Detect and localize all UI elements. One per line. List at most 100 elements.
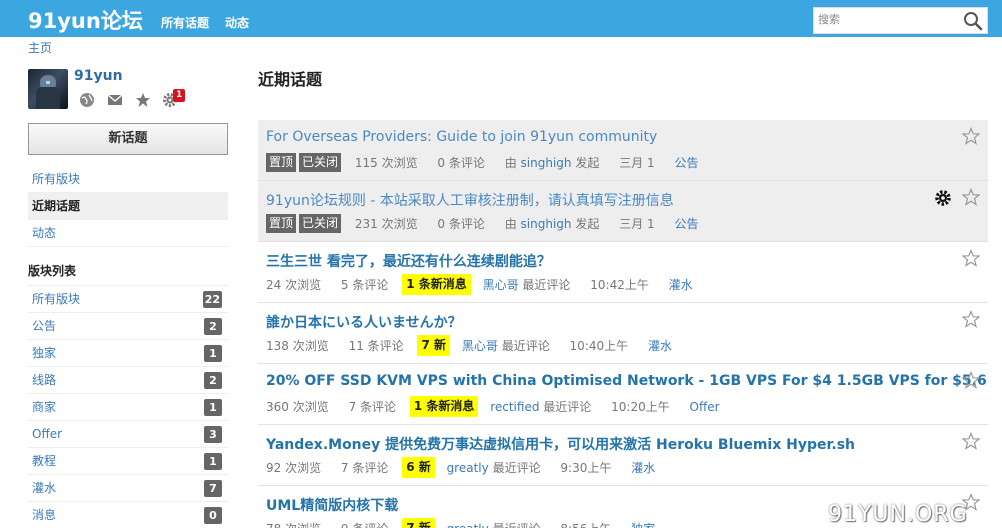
new-messages-badge[interactable]: 1 条新消息 bbox=[402, 274, 471, 295]
category-label: 线路 bbox=[32, 373, 57, 387]
topic-title-link[interactable]: 三生三世 看完了，最近还有什么连续剧能追？ bbox=[266, 251, 551, 271]
category-link[interactable]: 公告 bbox=[674, 214, 698, 234]
category-label: 消息 bbox=[32, 508, 57, 522]
topic-title-link[interactable]: 91yun论坛规则 - 本站采取人工审核注册制，请认真填写注册信息 bbox=[266, 190, 674, 210]
watermark: 91YUN.ORG bbox=[828, 502, 968, 527]
category-item[interactable]: 消息 0 bbox=[28, 501, 228, 528]
category-count-badge: 1 bbox=[204, 453, 222, 470]
author-link[interactable]: 黑心哥 bbox=[462, 336, 498, 356]
category-label: 教程 bbox=[32, 454, 57, 468]
category-link[interactable]: Offer bbox=[690, 397, 720, 417]
author-link[interactable]: singhigh bbox=[521, 214, 572, 234]
topic-row: For Overseas Providers: Guide to join 91… bbox=[258, 120, 988, 181]
star-icon[interactable] bbox=[962, 188, 980, 206]
topic-title-link[interactable]: For Overseas Providers: Guide to join 91… bbox=[266, 129, 657, 145]
topic-meta: 92 次浏览 7 条评论 6 新 greatly 最近评论 9:30上午 灌水 bbox=[266, 457, 655, 478]
topic-date: 10:20上午 bbox=[611, 399, 670, 414]
sidebar-item-activity[interactable]: 动态 bbox=[28, 220, 228, 247]
category-item[interactable]: 灌水 7 bbox=[28, 474, 228, 501]
view-count: 115 次浏览 bbox=[354, 155, 418, 170]
category-link[interactable]: 灌水 bbox=[631, 458, 655, 478]
username-link[interactable]: 91yun bbox=[74, 68, 123, 84]
page-title: 近期话题 bbox=[258, 70, 323, 89]
mail-icon[interactable] bbox=[107, 92, 123, 108]
star-icon[interactable] bbox=[962, 432, 980, 450]
sidebar-item-all-categories[interactable]: 所有版块 bbox=[28, 166, 228, 193]
view-count: 24 次浏览 bbox=[266, 277, 322, 292]
categories-heading: 版块列表 bbox=[28, 264, 77, 278]
author-prefix: 由 bbox=[504, 155, 517, 170]
topic-title-link[interactable]: 誰か日本にいる人いませんか？ bbox=[266, 312, 462, 332]
category-count-badge: 22 bbox=[202, 291, 222, 308]
category-count-badge: 1 bbox=[204, 399, 222, 416]
pinned-tag: 置顶 bbox=[266, 214, 297, 233]
topic-meta: 138 次浏览 11 条评论 7 新 黑心哥 最近评论 10:40上午 灌水 bbox=[266, 335, 672, 356]
view-count: 360 次浏览 bbox=[266, 399, 329, 414]
star-icon[interactable] bbox=[962, 127, 980, 145]
topic-date: 三月 1 bbox=[619, 216, 655, 231]
category-label: Offer bbox=[32, 427, 63, 441]
nav-all-topics[interactable]: 所有话题 bbox=[161, 14, 209, 31]
globe-icon[interactable] bbox=[79, 92, 95, 108]
author-link[interactable]: singhigh bbox=[521, 153, 572, 173]
topic-meta: 置顶 已关闭 115 次浏览 0 条评论 由 singhigh 发起 三月 1 公… bbox=[266, 152, 699, 172]
closed-tag: 已关闭 bbox=[299, 153, 342, 172]
star-icon[interactable] bbox=[962, 310, 980, 328]
new-messages-badge[interactable]: 1 条新消息 bbox=[409, 396, 479, 417]
nav-activity[interactable]: 动态 bbox=[225, 14, 249, 31]
category-item[interactable]: 公告 2 bbox=[28, 312, 228, 339]
category-item[interactable]: 教程 1 bbox=[28, 447, 228, 474]
site-logo[interactable]: 91yun论坛 bbox=[28, 5, 143, 35]
author-link[interactable]: greatly bbox=[447, 519, 489, 528]
category-list: 所有版块 22 公告 2 独家 1 线路 2 商家 1 Offer 3 教程 1 灌水 7 消息… bbox=[28, 285, 228, 528]
topic-title-link[interactable]: Yandex.Money 提供免费万事达虚拟信用卡，可以用来激活 Heroku … bbox=[266, 434, 855, 454]
author-suffix: 最近评论 bbox=[543, 399, 592, 414]
topic-meta: 24 次浏览 5 条评论 1 条新消息 黑心哥 最近评论 10:42上午 灌水 bbox=[266, 274, 693, 295]
topic-date: 10:40上午 bbox=[569, 338, 629, 353]
author-suffix: 最近评论 bbox=[493, 519, 541, 528]
author-suffix: 最近评论 bbox=[492, 460, 541, 475]
search-icon[interactable] bbox=[963, 11, 983, 31]
avatar[interactable] bbox=[28, 69, 68, 109]
category-link[interactable]: 灌水 bbox=[648, 336, 672, 356]
topic-meta: 360 次浏览 7 条评论 1 条新消息 rectified 最近评论 10:2… bbox=[266, 396, 720, 417]
topic-row: 三生三世 看完了，最近还有什么连续剧能追？ 24 次浏览 5 条评论 1 条新消… bbox=[258, 242, 988, 303]
topic-title-link[interactable]: 20% OFF SSD KVM VPS with China Optimised… bbox=[266, 373, 987, 389]
new-messages-badge[interactable]: 7 新 bbox=[402, 518, 435, 528]
breadcrumb-home[interactable]: 主页 bbox=[28, 39, 52, 56]
search-input[interactable] bbox=[818, 13, 958, 26]
topic-title-link[interactable]: UML精简版内核下载 bbox=[266, 495, 398, 515]
category-link[interactable]: 独家 bbox=[631, 519, 655, 528]
author-link[interactable]: 黑心哥 bbox=[483, 275, 519, 295]
sidebar-nav: 所有版块 近期话题 动态 bbox=[28, 166, 228, 247]
topic-row: 誰か日本にいる人いませんか？ 138 次浏览 11 条评论 7 新 黑心哥 最近… bbox=[258, 303, 988, 364]
category-item[interactable]: 商家 1 bbox=[28, 393, 228, 420]
star-icon[interactable] bbox=[962, 249, 980, 267]
pinned-tag: 置顶 bbox=[266, 153, 297, 172]
category-label: 灌水 bbox=[32, 481, 57, 495]
star-icon[interactable] bbox=[135, 92, 151, 108]
author-suffix: 最近评论 bbox=[501, 338, 550, 353]
topic-row: 91yun论坛规则 - 本站采取人工审核注册制，请认真填写注册信息 置顶 已关闭 … bbox=[258, 181, 988, 242]
comment-count: 9 条评论 bbox=[341, 519, 388, 528]
new-messages-badge[interactable]: 6 新 bbox=[402, 457, 435, 478]
author-link[interactable]: rectified bbox=[490, 397, 539, 417]
category-link[interactable]: 灌水 bbox=[669, 275, 693, 295]
category-item[interactable]: 所有版块 22 bbox=[28, 285, 228, 312]
new-messages-badge[interactable]: 7 新 bbox=[417, 335, 451, 356]
star-icon[interactable] bbox=[962, 371, 980, 389]
comment-count: 0 条评论 bbox=[437, 155, 485, 170]
topic-date: 10:42上午 bbox=[590, 277, 649, 292]
category-item[interactable]: 线路 2 bbox=[28, 366, 228, 393]
topic-meta: 置顶 已关闭 231 次浏览 0 条评论 由 singhigh 发起 三月 1 公… bbox=[266, 213, 699, 233]
topic-meta: 78 次浏览 9 条评论 7 新 greatly 最近评论 8:56上午 独家 bbox=[266, 518, 655, 528]
category-item[interactable]: Offer 3 bbox=[28, 420, 228, 447]
notification-badge[interactable]: 1 bbox=[173, 89, 186, 102]
view-count: 78 次浏览 bbox=[266, 519, 321, 528]
category-link[interactable]: 公告 bbox=[674, 153, 698, 173]
author-link[interactable]: greatly bbox=[447, 458, 489, 478]
gear-icon[interactable] bbox=[934, 189, 952, 207]
new-topic-button[interactable]: 新话题 bbox=[28, 123, 228, 155]
category-item[interactable]: 独家 1 bbox=[28, 339, 228, 366]
sidebar-item-recent-topics[interactable]: 近期话题 bbox=[28, 193, 228, 220]
